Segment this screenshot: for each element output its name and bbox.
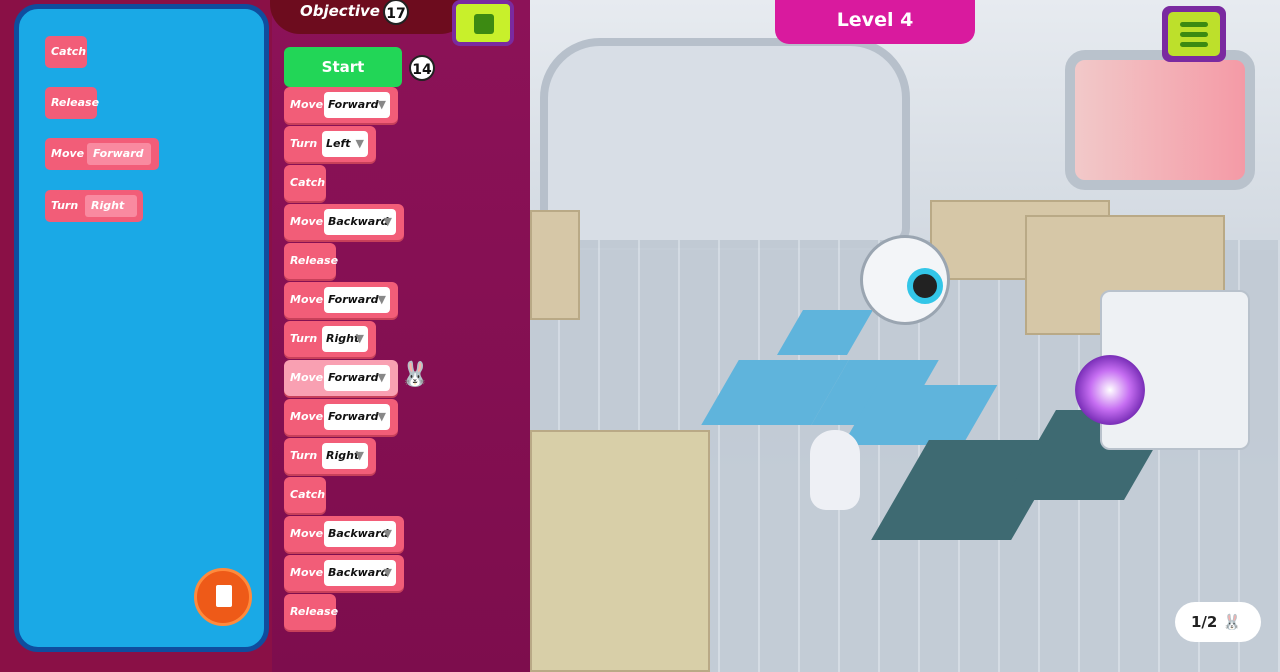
chevron-down-icon: ▼	[383, 527, 392, 540]
objective-bar: Objective : 17	[270, 0, 470, 34]
palette-block-release[interactable]: Release	[45, 87, 100, 119]
direction-dropdown[interactable]: Forward ▼	[324, 92, 390, 118]
direction-dropdown[interactable]: Forward ▼	[324, 404, 390, 430]
rabbit-counter-text: 1/2	[1191, 613, 1218, 631]
chevron-down-icon: ▼	[383, 566, 392, 579]
program-block-catch[interactable]: Catch	[284, 477, 326, 513]
program-block-move[interactable]: Move Backward ▼	[284, 555, 404, 591]
chevron-down-icon: ▼	[383, 215, 392, 228]
palette-block-move[interactable]: Move Forward	[45, 138, 159, 170]
chevron-down-icon: ▼	[355, 137, 364, 150]
block-label: Turn	[51, 199, 79, 212]
trash-icon	[216, 585, 232, 607]
rabbit	[810, 430, 860, 510]
block-label: Move	[290, 98, 324, 111]
level-banner: Level 4	[775, 0, 975, 44]
dropdown-value: Forward	[328, 98, 379, 111]
program-block-move[interactable]: Move Forward ▼	[284, 360, 398, 396]
dropdown-value: Right	[326, 449, 360, 462]
chevron-down-icon: ▼	[355, 332, 364, 345]
direction-dropdown[interactable]: Backward ▼	[324, 209, 396, 235]
chevron-down-icon: ▼	[377, 293, 386, 306]
block-label: Move	[51, 147, 85, 160]
block-label: Move	[290, 293, 324, 306]
block-label: Move	[290, 371, 324, 384]
program-block-release[interactable]: Release	[284, 243, 339, 279]
dropdown-value: Backward	[328, 215, 389, 228]
rabbit-counter: 1/2 🐰	[1175, 602, 1261, 642]
block-label: Turn	[290, 332, 318, 345]
dropdown-value: Backward	[328, 527, 389, 540]
direction-dropdown[interactable]: Right ▼	[322, 443, 368, 469]
block-label: Release	[290, 605, 339, 618]
rabbit-icon: 🐰	[1222, 613, 1242, 631]
start-block[interactable]: Start	[284, 47, 402, 87]
menu-button[interactable]	[1162, 6, 1226, 62]
direction-dropdown[interactable]: Right ▼	[322, 326, 368, 352]
dropdown-value: Forward	[328, 410, 379, 423]
stop-button[interactable]	[452, 0, 514, 46]
objective-label: Objective :	[300, 2, 392, 20]
cardboard-box	[530, 430, 710, 672]
palette-block-catch[interactable]: Catch	[45, 36, 87, 68]
direction-dropdown[interactable]: Backward ▼	[324, 521, 396, 547]
game-scene	[520, 0, 1280, 672]
direction-dropdown[interactable]: Backward ▼	[324, 560, 396, 586]
block-value: Right	[85, 195, 137, 217]
chevron-down-icon: ▼	[377, 98, 386, 111]
objective-value: 17	[383, 0, 409, 25]
block-count: 14	[409, 55, 435, 81]
program-block-turn[interactable]: Turn Right ▼	[284, 438, 376, 474]
dropdown-value: Forward	[328, 371, 379, 384]
palette-block-turn[interactable]: Turn Right	[45, 190, 143, 222]
menu-icon	[1168, 12, 1220, 56]
program-block-move[interactable]: Move Backward ▼	[284, 204, 404, 240]
direction-dropdown[interactable]: Forward ▼	[324, 365, 390, 391]
program-block-turn[interactable]: Turn Right ▼	[284, 321, 376, 357]
chevron-down-icon: ▼	[355, 449, 364, 462]
block-label: Turn	[290, 137, 318, 150]
vault-door	[540, 38, 910, 248]
dropdown-value: Forward	[328, 293, 379, 306]
program-block-turn[interactable]: Turn Left ▼	[284, 126, 376, 162]
block-label: Move	[290, 566, 324, 579]
direction-dropdown[interactable]: Forward ▼	[324, 287, 390, 313]
dropdown-value: Right	[326, 332, 360, 345]
program-block-catch[interactable]: Catch	[284, 165, 326, 201]
robot-eye	[907, 268, 943, 304]
program-block-move[interactable]: Move Forward ▼	[284, 87, 398, 123]
block-label: Turn	[290, 449, 318, 462]
cardboard-box	[530, 210, 580, 320]
chevron-down-icon: ▼	[377, 410, 386, 423]
rabbit-marker-icon: 🐰	[400, 360, 430, 388]
trash-button[interactable]	[194, 568, 252, 626]
program-block-move[interactable]: Move Forward ▼	[284, 399, 398, 435]
side-door	[1065, 50, 1255, 190]
block-label: Release	[290, 254, 339, 267]
program-block-move[interactable]: Move Backward ▼	[284, 516, 404, 552]
block-label: Move	[290, 215, 324, 228]
chevron-down-icon: ▼	[377, 371, 386, 384]
direction-dropdown[interactable]: Left ▼	[322, 131, 368, 157]
dropdown-value: Left	[326, 137, 351, 150]
block-label: Catch	[290, 176, 326, 189]
block-label: Move	[290, 410, 324, 423]
block-label: Catch	[51, 45, 87, 58]
dropdown-value: Backward	[328, 566, 389, 579]
block-label: Release	[51, 96, 100, 109]
program-block-release[interactable]: Release	[284, 594, 339, 630]
block-label: Move	[290, 527, 324, 540]
block-label: Catch	[290, 488, 326, 501]
stop-icon	[474, 14, 494, 34]
program-block-move[interactable]: Move Forward ▼	[284, 282, 398, 318]
portal	[1075, 355, 1145, 425]
robot	[860, 235, 950, 325]
block-value: Forward	[87, 143, 151, 165]
